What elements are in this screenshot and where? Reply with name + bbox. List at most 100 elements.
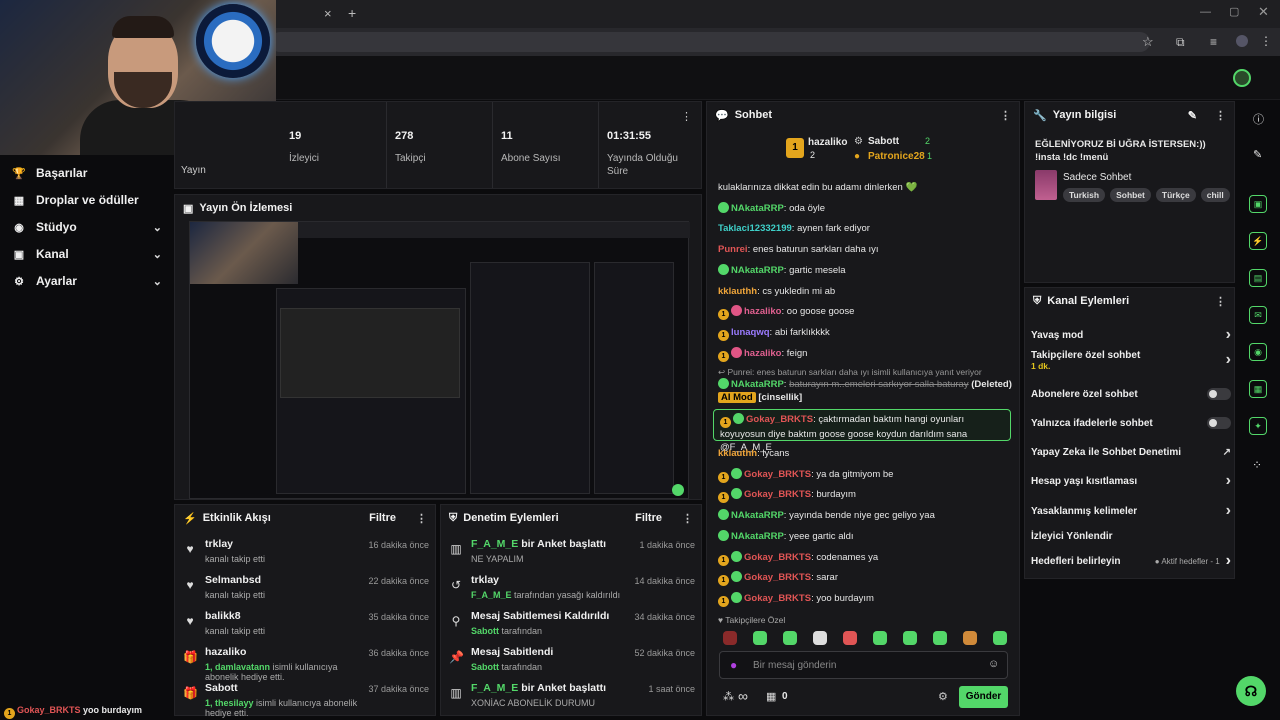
chat-nick[interactable]: Taklaci12332199 bbox=[718, 223, 792, 234]
emote-icon[interactable] bbox=[933, 631, 947, 645]
chat-message[interactable]: NAkataRRP: yeee gartic aldı bbox=[718, 529, 1018, 543]
extensions-icon[interactable]: ⧉ bbox=[1176, 35, 1185, 50]
emote-icon[interactable] bbox=[783, 631, 797, 645]
minimize-icon[interactable]: — bbox=[1200, 6, 1211, 18]
tab-close-icon[interactable]: × bbox=[324, 6, 332, 21]
preview-toggle-icon[interactable]: ▣ bbox=[1249, 195, 1267, 213]
channel-action-item[interactable]: Hesap yaşı kısıtlaması › bbox=[1031, 472, 1231, 490]
chat-message[interactable]: Punrei: enes baturun sarkları daha ıyı bbox=[718, 243, 1018, 256]
stream-tag[interactable]: Türkçe bbox=[1155, 188, 1196, 202]
leader-name[interactable]: Sabott bbox=[868, 136, 899, 147]
toggle-switch[interactable] bbox=[1207, 388, 1231, 400]
chat-nick[interactable]: Gokay_BRKTS bbox=[744, 552, 811, 563]
chat-nick[interactable]: Gokay_BRKTS bbox=[744, 469, 811, 480]
emote-icon[interactable] bbox=[903, 631, 917, 645]
apps-icon[interactable]: ⁘ bbox=[1252, 458, 1262, 472]
help-button[interactable]: ☊ bbox=[1236, 676, 1266, 706]
chat-input[interactable]: ● Bir mesaj gönderin ☺ bbox=[719, 651, 1008, 679]
channel-action-item[interactable]: Yalnızca ifadelerle sohbet bbox=[1031, 415, 1231, 431]
emote-icon[interactable] bbox=[843, 631, 857, 645]
emote-icon[interactable] bbox=[873, 631, 887, 645]
moderation-filter-button[interactable]: Filtre bbox=[635, 512, 662, 524]
external-link-icon[interactable]: ↗ bbox=[1223, 447, 1231, 458]
chat-nick[interactable]: kklauthh bbox=[718, 448, 757, 459]
channel-action-item[interactable]: Abonelere özel sohbet bbox=[1031, 386, 1231, 402]
user-avatar[interactable] bbox=[1233, 69, 1251, 87]
activity-filter-button[interactable]: Filtre bbox=[369, 512, 396, 524]
channel-action-item[interactable]: Yavaş mod › bbox=[1031, 326, 1231, 343]
chat-message[interactable]: 1 lunaqwq: abi farklıkkkk bbox=[718, 326, 1018, 341]
pencil-icon[interactable]: ✎ bbox=[1253, 148, 1262, 161]
profile-avatar[interactable] bbox=[1236, 35, 1248, 47]
chat-nick[interactable]: Gokay_BRKTS bbox=[744, 572, 811, 583]
leader-name[interactable]: hazaliko bbox=[808, 137, 847, 148]
toggle-switch[interactable] bbox=[1207, 417, 1231, 429]
stream-tag[interactable]: Turkish bbox=[1063, 188, 1106, 202]
new-tab-icon[interactable]: + bbox=[348, 5, 356, 21]
browser-menu-icon[interactable]: ⋮ bbox=[1260, 34, 1272, 48]
window-close-icon[interactable]: ✕ bbox=[1258, 4, 1269, 20]
emoji-icon[interactable]: ☺ bbox=[988, 658, 999, 670]
stream-preview[interactable] bbox=[189, 221, 690, 499]
sidebar-item-stüdyo[interactable]: ◉ Stüdyo ⌄ bbox=[12, 216, 162, 238]
chevron-down-icon[interactable]: ⌄ bbox=[153, 221, 162, 234]
list-item[interactable]: 🎁 Sabott 1, thesilayy isimli kullanıcıya a… bbox=[175, 682, 437, 718]
url-field[interactable] bbox=[270, 32, 1150, 52]
sidebar-item-ayarlar[interactable]: ⚙ Ayarlar ⌄ bbox=[12, 270, 162, 292]
chevron-right-icon[interactable]: › bbox=[1226, 552, 1231, 570]
channel-action-item[interactable]: Hedefleri belirleyin ● Aktif hedefler - 1… bbox=[1031, 552, 1231, 570]
chevron-right-icon[interactable]: › bbox=[1226, 472, 1231, 490]
list-item[interactable]: 🎁 hazaliko 1, damlavatann isimli kullanıcı… bbox=[175, 646, 437, 682]
broadcast-icon[interactable]: ◉ bbox=[1249, 343, 1267, 361]
chat-nick[interactable]: NAkataRRP bbox=[731, 265, 784, 276]
info-icon[interactable]: ⓘ bbox=[1253, 111, 1264, 127]
list-item[interactable]: ↺ trklay F_A_M_E tarafından yasağı kaldırı… bbox=[441, 574, 703, 608]
stream-tag[interactable]: Sohbet bbox=[1110, 188, 1151, 202]
list-item[interactable]: ♥ trklay kanalı takip etti 16 dakika önce bbox=[175, 538, 437, 572]
chat-message[interactable]: kklauthh: cs yukledin mi ab bbox=[718, 285, 1018, 298]
sidebar-item-başarılar[interactable]: 🏆 Başarılar bbox=[12, 162, 162, 184]
chat-message[interactable]: NAkataRRP: yayında bende niye gec geliyo… bbox=[718, 509, 1018, 522]
stream-info-menu-icon[interactable]: ⋮ bbox=[1215, 109, 1226, 122]
chevron-down-icon[interactable]: ⌄ bbox=[153, 248, 162, 261]
chat-message[interactable]: kklauthh: lycans bbox=[718, 447, 1018, 460]
chat-nick[interactable]: NAkataRRP bbox=[731, 510, 784, 521]
category-name[interactable]: Sadece Sohbet bbox=[1063, 172, 1131, 183]
chat-message[interactable]: 1 hazaliko: oo goose goose bbox=[718, 305, 1018, 321]
chevron-right-icon[interactable]: › bbox=[1226, 502, 1231, 520]
chat-message[interactable]: NAkataRRP: gartic mesela bbox=[718, 263, 1018, 277]
chat-nick[interactable]: kklauthh bbox=[718, 286, 757, 297]
list-item[interactable]: 📌 Mesaj Sabitlendi Sabott tarafından 52 dak… bbox=[441, 646, 703, 680]
layout-icon[interactable]: ▦ bbox=[1249, 380, 1267, 398]
send-button[interactable]: Gönder bbox=[959, 686, 1008, 708]
chevron-down-icon[interactable]: ⌄ bbox=[153, 275, 162, 288]
highlighted-message[interactable]: 1 Gokay_BRKTS: çaktırmadan baktım hangi o… bbox=[713, 409, 1011, 453]
channel-action-item[interactable]: Takipçilere özel sohbet 1 dk. › bbox=[1031, 350, 1231, 371]
list-item[interactable]: ♥ Selmanbsd kanalı takip etti 22 dakika önc… bbox=[175, 574, 437, 608]
emote-icon[interactable] bbox=[963, 631, 977, 645]
chat-toggle-icon[interactable]: ✉ bbox=[1249, 306, 1267, 324]
emote-icon[interactable] bbox=[993, 631, 1007, 645]
notes-icon[interactable]: ▤ bbox=[1249, 269, 1267, 287]
chat-settings-icon[interactable]: ⚙ bbox=[938, 690, 948, 703]
emote-icon[interactable] bbox=[813, 631, 827, 645]
list-item[interactable]: ⚲ Mesaj Sabitlemesi Kaldırıldı Sabott tara… bbox=[441, 610, 703, 644]
emote-icon[interactable] bbox=[753, 631, 767, 645]
emote-icon[interactable] bbox=[723, 631, 737, 645]
chat-nick[interactable]: NAkataRRP bbox=[731, 531, 784, 542]
chat-nick[interactable]: NAkataRRP bbox=[731, 203, 784, 214]
sidebar-item-droplar-ve-ödüller[interactable]: ▦ Droplar ve ödüller bbox=[12, 189, 162, 211]
list-item[interactable]: ♥ balikk8 kanalı takip etti 35 dakika önce bbox=[175, 610, 437, 644]
chat-message[interactable]: 1 Gokay_BRKTS: codenames ya bbox=[718, 550, 1018, 566]
chat-message[interactable]: kulaklarınıza dikkat edin bu adamı dinle… bbox=[718, 181, 1018, 194]
activity-menu-icon[interactable]: ⋮ bbox=[416, 512, 427, 525]
chat-nick[interactable]: Punrei bbox=[718, 244, 748, 255]
maximize-icon[interactable]: ▢ bbox=[1229, 5, 1239, 18]
sidebar-item-kanal[interactable]: ▣ Kanal ⌄ bbox=[12, 243, 162, 265]
list-item[interactable]: ▥ F_A_M_E bir Anket başlattı XONİAC ABONEL… bbox=[441, 682, 703, 716]
chat-menu-icon[interactable]: ⋮ bbox=[1000, 109, 1011, 122]
stream-tag[interactable]: chill bbox=[1200, 188, 1230, 202]
bolt-toggle-icon[interactable]: ⚡ bbox=[1249, 232, 1267, 250]
channel-actions-menu-icon[interactable]: ⋮ bbox=[1215, 295, 1226, 308]
chat-nick[interactable]: lunaqwq bbox=[731, 327, 770, 338]
